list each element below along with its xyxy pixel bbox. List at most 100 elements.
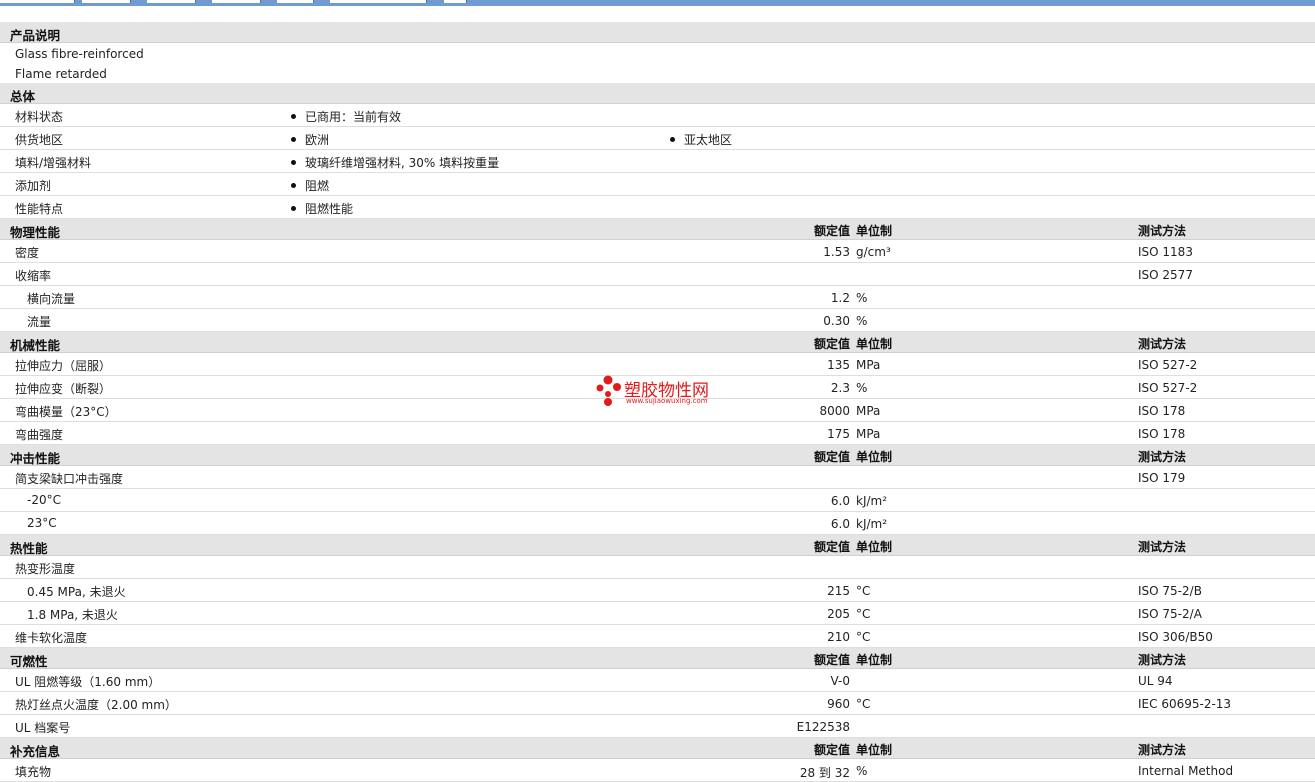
nav-tab[interactable]	[444, 0, 467, 3]
column-header-value: 额定值	[813, 337, 850, 351]
property-unit: g/cm³	[856, 245, 891, 259]
bullet-icon	[291, 137, 296, 142]
top-nav-bar	[0, 0, 1315, 6]
property-unit: °C	[856, 630, 871, 644]
property-label: 弯曲强度	[15, 428, 64, 442]
property-unit: %	[856, 764, 868, 778]
property-unit: kJ/m²	[856, 494, 888, 508]
column-header-value: 额定值	[813, 450, 850, 464]
section-title: 可燃性	[10, 654, 48, 669]
property-value: 28 到 32	[799, 766, 850, 780]
nav-tab[interactable]	[82, 0, 131, 3]
property-value: 210	[827, 630, 850, 644]
section-header-impact: 冲击性能 额定值 单位制 测试方法	[0, 445, 1315, 466]
general-row: 供货地区 欧洲 亚太地区	[0, 127, 1315, 150]
property-row: 流量 0.30 %	[0, 309, 1315, 332]
column-header-unit: 单位制	[856, 337, 893, 351]
section-header-flammability: 可燃性 额定值 单位制 测试方法	[0, 648, 1315, 669]
column-header-unit: 单位制	[856, 653, 893, 667]
property-value: 175	[827, 427, 850, 441]
watermark-logo: 塑胶物性网 www.sujiaowuxing.com	[596, 374, 736, 408]
general-row: 添加剂 阻燃	[0, 173, 1315, 196]
section-title: 总体	[10, 89, 36, 104]
nav-tab[interactable]	[212, 0, 261, 3]
bullet-icon	[291, 114, 296, 119]
property-label: -20°C	[27, 493, 61, 507]
test-method: ISO 2577	[1138, 268, 1193, 282]
property-row: 维卡软化温度 210 °C ISO 306/B50	[0, 625, 1315, 648]
property-value: V-0	[830, 674, 850, 688]
property-label: 材料状态	[15, 110, 64, 124]
section-header-physical: 物理性能 额定值 单位制 测试方法	[0, 219, 1315, 240]
property-unit: %	[856, 314, 868, 328]
property-row: 填充物 28 到 32 % Internal Method	[0, 759, 1315, 782]
property-value: 0.30	[823, 314, 850, 328]
property-unit: MPa	[856, 358, 881, 372]
property-label: 性能特点	[15, 202, 64, 216]
column-header-unit: 单位制	[856, 450, 893, 464]
bullet-item: 欧洲	[291, 131, 329, 148]
column-header-method: 测试方法	[1138, 540, 1187, 554]
bullet-icon	[291, 206, 296, 211]
test-method: ISO 178	[1138, 427, 1186, 441]
property-label: 弯曲模量（23°C）	[15, 405, 117, 419]
property-row: 密度 1.53 g/cm³ ISO 1183	[0, 240, 1315, 263]
section-header-mechanical: 机械性能 额定值 单位制 测试方法	[0, 332, 1315, 353]
property-label: UL 档案号	[15, 721, 71, 735]
property-row: UL 阻燃等级（1.60 mm） V-0 UL 94	[0, 669, 1315, 692]
property-label: UL 阻燃等级（1.60 mm）	[15, 675, 161, 689]
nav-tab[interactable]	[147, 0, 196, 3]
property-row: 1.8 MPa, 未退火 205 °C ISO 75-2/A	[0, 602, 1315, 625]
nav-tab[interactable]	[0, 0, 75, 3]
bullet-item: 阻燃性能	[291, 200, 353, 217]
property-row: 热灯丝点火温度（2.00 mm） 960 °C IEC 60695-2-13	[0, 692, 1315, 715]
bullet-icon	[291, 160, 296, 165]
test-method: ISO 179	[1138, 471, 1186, 485]
bullet-item: 已商用：当前有效	[291, 108, 401, 125]
property-row: 热变形温度	[0, 556, 1315, 579]
column-header-unit: 单位制	[856, 743, 893, 757]
property-unit: MPa	[856, 427, 881, 441]
property-value: E122538	[796, 720, 850, 734]
description-text: Glass fibre-reinforced	[15, 47, 144, 61]
property-label: 拉伸应变（断裂）	[15, 382, 112, 396]
property-value: 1.53	[823, 245, 850, 259]
description-line: Flame retarded	[0, 63, 1315, 83]
property-value: 6.0	[830, 517, 850, 531]
property-value: 960	[827, 697, 850, 711]
property-unit: kJ/m²	[856, 517, 888, 531]
property-value: 6.0	[830, 494, 850, 508]
property-value: 215	[827, 584, 850, 598]
column-header-method: 测试方法	[1138, 743, 1187, 757]
property-label: 热灯丝点火温度（2.00 mm）	[15, 698, 177, 712]
bullet-item: 亚太地区	[670, 131, 732, 148]
test-method: Internal Method	[1138, 764, 1234, 778]
section-title: 机械性能	[10, 338, 61, 353]
nav-tab[interactable]	[330, 0, 427, 3]
property-unit: %	[856, 381, 868, 395]
column-header-unit: 单位制	[856, 224, 893, 238]
property-value: 205	[827, 607, 850, 621]
logo-dots-icon	[596, 375, 621, 406]
property-value: 8000	[819, 404, 850, 418]
bullet-icon	[670, 137, 675, 142]
section-header-general: 总体	[0, 83, 1315, 104]
property-unit: °C	[856, 584, 871, 598]
property-label: 收缩率	[15, 269, 52, 283]
section-title: 冲击性能	[10, 451, 61, 466]
description-line: Glass fibre-reinforced	[0, 43, 1315, 63]
nav-tab[interactable]	[277, 0, 314, 3]
property-value: 1.2	[830, 291, 850, 305]
property-label: 添加剂	[15, 179, 52, 193]
watermark-url: www.sujiaowuxing.com	[626, 397, 708, 405]
section-header-description: 产品说明	[0, 22, 1315, 43]
section-title: 补充信息	[10, 744, 61, 759]
test-method: ISO 75-2/B	[1138, 584, 1202, 598]
column-header-value: 额定值	[813, 540, 850, 554]
property-row: 收缩率 ISO 2577	[0, 263, 1315, 286]
property-label: 简支梁缺口冲击强度	[15, 472, 124, 486]
property-value: 135	[827, 358, 850, 372]
bullet-item: 玻璃纤维增强材料, 30% 填料按重量	[291, 154, 499, 171]
column-header-method: 测试方法	[1138, 224, 1187, 238]
property-row: 23°C 6.0 kJ/m²	[0, 512, 1315, 535]
